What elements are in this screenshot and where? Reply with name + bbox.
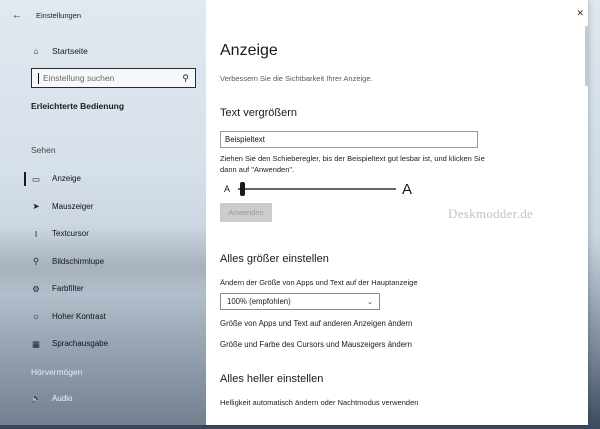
text-size-heading: Text vergrößern bbox=[220, 107, 298, 119]
text-size-slider[interactable] bbox=[238, 182, 396, 196]
sidebar-item-textcursor[interactable]: I Textcursor bbox=[0, 220, 206, 248]
search-icon[interactable]: ⚲ bbox=[182, 73, 189, 84]
scrollbar[interactable] bbox=[585, 26, 588, 86]
text-caret bbox=[38, 72, 39, 84]
window-title: Einstellungen bbox=[36, 10, 82, 20]
group-label-sehen: Sehen bbox=[31, 145, 56, 155]
mouse-pointer-icon: ➤ bbox=[32, 201, 40, 211]
sidebar-item-label: Anzeige bbox=[52, 174, 81, 184]
slider-thumb[interactable] bbox=[240, 182, 245, 196]
title-bar: ← Einstellungen bbox=[0, 0, 206, 30]
sidebar-item-label: Bildschirmlupe bbox=[52, 256, 105, 266]
sample-text-field: Beispieltext bbox=[220, 131, 478, 148]
sidebar-item-label: Sprachausgabe bbox=[52, 339, 109, 349]
scale-selected-value: 100% (empfohlen) bbox=[227, 297, 291, 306]
sidebar-item-hoher-kontrast[interactable]: ☼ Hoher Kontrast bbox=[0, 303, 206, 331]
sidebar-item-label: Audio bbox=[52, 393, 73, 403]
settings-window: ← Einstellungen ⌂ Startseite ⚲ Erleichte… bbox=[0, 0, 588, 425]
close-icon[interactable]: ✕ bbox=[576, 8, 584, 19]
sidebar-item-label: Textcursor bbox=[52, 229, 89, 239]
sidebar-item-anzeige[interactable]: ▭ Anzeige bbox=[0, 165, 206, 193]
sidebar-item-audio[interactable]: 🔈 Audio bbox=[0, 385, 206, 413]
slider-max-label: A bbox=[402, 180, 413, 198]
scale-dropdown[interactable]: 100% (empfohlen) ⌄ bbox=[220, 293, 380, 310]
sidebar: ← Einstellungen ⌂ Startseite ⚲ Erleichte… bbox=[0, 0, 206, 425]
cursor-settings-link[interactable]: Größe und Farbe des Cursors und Mauszeig… bbox=[220, 340, 588, 349]
sidebar-item-label: Mauszeiger bbox=[52, 201, 94, 211]
sample-text: Beispieltext bbox=[225, 135, 265, 144]
section-title: Erleichterte Bedienung bbox=[31, 101, 125, 111]
speaker-icon: 🔈 bbox=[31, 393, 42, 403]
chevron-down-icon: ⌄ bbox=[367, 298, 373, 306]
home-icon: ⌂ bbox=[33, 45, 39, 56]
page-title: Anzeige bbox=[220, 42, 278, 59]
text-cursor-icon: I bbox=[34, 228, 38, 239]
search-box[interactable]: ⚲ bbox=[31, 68, 196, 88]
home-link[interactable]: ⌂ Startseite bbox=[0, 38, 206, 64]
text-size-slider-row: A A bbox=[224, 179, 588, 199]
monitor-icon: ▭ bbox=[31, 173, 41, 184]
brightness-label: Helligkeit automatisch ändern oder Nacht… bbox=[220, 398, 419, 407]
back-arrow-icon[interactable]: ← bbox=[10, 8, 24, 22]
scale-label: Ändern der Größe von Apps und Text auf d… bbox=[220, 278, 418, 287]
sidebar-item-label: Farbfilter bbox=[52, 284, 84, 294]
page-subtitle: Verbessern Sie die Sichtbarkeit Ihrer An… bbox=[220, 74, 373, 83]
sidebar-item-label: Hoher Kontrast bbox=[52, 311, 106, 321]
slider-description: Ziehen Sie den Schieberegler, bis der Be… bbox=[220, 154, 485, 174]
main-content: ✕ Anzeige Verbessern Sie die Sichtbarkei… bbox=[206, 0, 588, 425]
slider-min-label: A bbox=[224, 184, 231, 194]
home-label: Startseite bbox=[52, 46, 88, 56]
brightness-heading: Alles heller einstellen bbox=[220, 373, 324, 385]
magnifier-icon: ⚲ bbox=[32, 256, 40, 266]
watermark: Deskmodder.de bbox=[448, 206, 534, 221]
scale-heading: Alles größer einstellen bbox=[220, 253, 329, 265]
apply-button[interactable]: Anwenden bbox=[220, 203, 272, 222]
other-displays-link[interactable]: Größe von Apps und Text auf anderen Anze… bbox=[220, 319, 588, 328]
contrast-icon: ☼ bbox=[32, 311, 40, 321]
sidebar-item-sprachausgabe[interactable]: ▦ Sprachausgabe bbox=[0, 330, 206, 358]
sidebar-item-mauszeiger[interactable]: ➤ Mauszeiger bbox=[0, 193, 206, 221]
color-filter-icon: ⚙ bbox=[32, 283, 40, 294]
group-label-hoeren: Hörvermögen bbox=[31, 366, 83, 377]
search-input[interactable] bbox=[43, 73, 179, 83]
sidebar-item-farbfilter[interactable]: ⚙ Farbfilter bbox=[0, 275, 206, 303]
narrator-icon: ▦ bbox=[31, 338, 41, 349]
sidebar-item-bildschirmlupe[interactable]: ⚲ Bildschirmlupe bbox=[0, 248, 206, 276]
